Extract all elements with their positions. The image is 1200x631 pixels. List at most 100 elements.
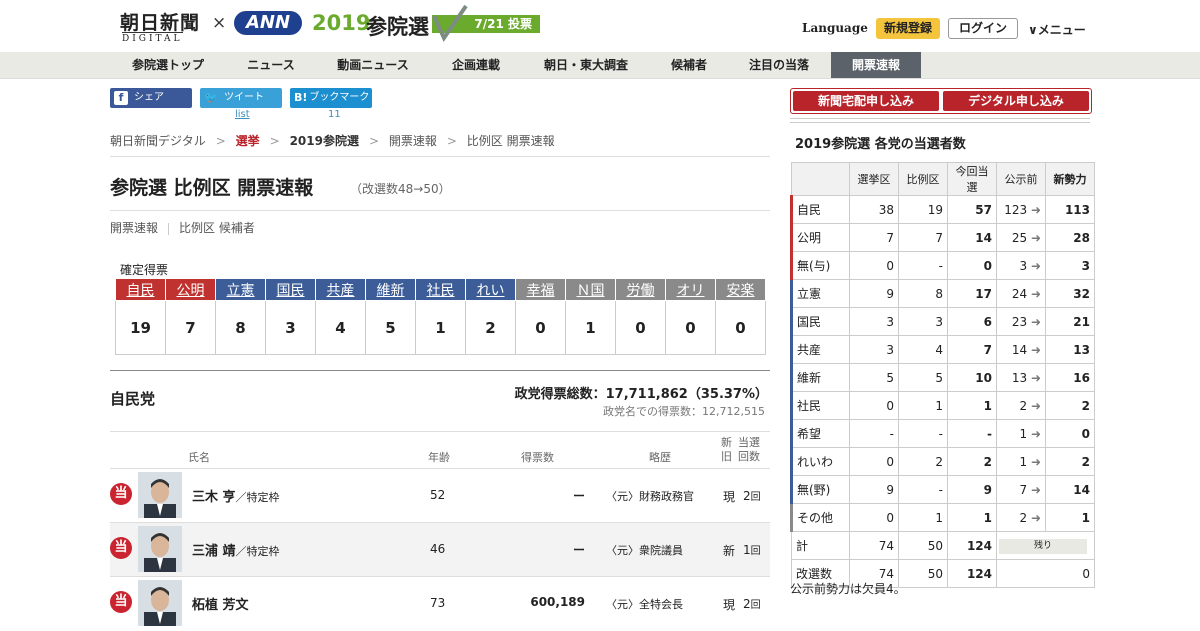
breadcrumb-item[interactable]: 開票速報 [389,134,437,148]
asahi-logo[interactable]: 朝日新聞 DIGITAL [110,8,210,44]
before-seats-cell: 2 ➜ [996,391,1046,420]
page-title: 参院選 比例区 開票速報 [110,177,314,199]
before-seats: 1 [1019,454,1028,469]
party-label: 共産 [790,335,850,364]
facebook-share-label: シェア [134,92,164,103]
divider [790,118,1090,119]
col-career: 略歴 [649,451,671,464]
sub-nav: 開票速報 比例区 候補者 [110,219,255,236]
candidate-name[interactable]: 柘植 芳文 [192,594,249,613]
breadcrumb-item[interactable]: 朝日新聞デジタル [110,134,206,148]
won-seats: 7 [947,335,997,364]
arrow-icon: ➜ [1030,482,1041,497]
arrow-icon: ➜ [1030,426,1041,441]
candidate-name-text: 三浦 靖 [192,544,236,559]
breadcrumb-item[interactable]: 2019参院選 [290,134,359,148]
subnav-results-link[interactable]: 開票速報 [110,221,158,235]
col-header: 今回当選 [947,162,997,196]
hatena-bookmark-button[interactable]: B! ブックマーク [290,88,372,108]
breadcrumb-separator: > [269,134,280,148]
subscribe-buttons: 新聞宅配申し込み デジタル申し込み [790,88,1092,114]
col-header [791,162,850,196]
before-seats-cell: 1 ➜ [996,447,1046,476]
arrow-icon: ➜ [1030,258,1041,273]
col-age: 年齢 [428,451,450,464]
tweet-button[interactable]: 🐦 ツイート [200,88,282,108]
candidate-career: 〈元〉全特会長 [606,598,683,611]
nav-item-candidates[interactable]: 候補者 [650,52,728,78]
elected-badge: 当 [110,483,132,505]
before-seats: 1 [1019,426,1028,441]
party-tab[interactable]: オリ [665,278,716,301]
avatar [138,472,182,518]
ann-logo[interactable]: ANN [234,11,302,35]
nav-item-video[interactable]: 動画ニュース [318,52,428,78]
candidate-name[interactable]: 三木 亨／特定枠 [192,486,280,505]
party-seat-value: 0 [615,300,666,355]
party-tab[interactable]: 維新 [365,278,416,301]
table-row[interactable]: 当三木 亨／特定枠 52 ー〈元〉財務政務官現 2回 [110,468,770,523]
subnav-candidates-link[interactable]: 比例区 候補者 [179,221,255,235]
party-tab[interactable]: 安楽 [715,278,766,301]
party-tab[interactable]: Ｎ国 [565,278,616,301]
party-tab[interactable]: 自民 [115,278,166,301]
nav-item-results[interactable]: 開票速報 [831,52,921,78]
register-button[interactable]: 新規登録 [876,18,940,39]
breadcrumb-separator: > [215,134,226,148]
newspaper-subscribe-button[interactable]: 新聞宅配申し込み [793,91,939,111]
before-seats-cell: 25 ➜ [996,223,1046,252]
district-seats: 0 [849,251,899,280]
divider [790,122,1090,123]
seats-table-title: 2019参院選 各党の当選者数 [795,137,966,152]
bookmark-count[interactable]: 11 [328,109,341,120]
party-label: 立憲 [790,279,850,308]
nav-item-series[interactable]: 企画連載 [432,52,520,78]
arrow-icon: ➜ [1030,286,1041,301]
breadcrumb-item[interactable]: 選挙 [236,134,260,148]
login-button[interactable]: ログイン [948,18,1018,39]
facebook-share-button[interactable]: f シェア [110,88,192,108]
election-name: 参院選 [366,15,429,39]
seat-row: 無(野) 9-9 7 ➜ 14 [790,475,1095,504]
party-tab[interactable]: 労働 [615,278,666,301]
party-tab[interactable]: 立憲 [215,278,266,301]
table-row[interactable]: 当三浦 靖／特定枠 46 ー〈元〉衆院議員新 1回 [110,522,770,577]
menu-button[interactable]: ∨メニュー [1028,21,1086,38]
total-district: 74 [849,531,899,560]
party-seat-value: 19 [115,300,166,355]
candidate-name[interactable]: 三浦 靖／特定枠 [192,540,280,559]
nav-item-top[interactable]: 参院選トップ [112,52,224,78]
subnav-separator [168,222,170,235]
party-tab[interactable]: 社民 [415,278,466,301]
nav-item-news[interactable]: ニュース [228,52,314,78]
table-row[interactable]: 当柘植 芳文 73 600,189 〈元〉全特会長現 2回 [110,576,770,631]
digital-subscribe-button[interactable]: デジタル申し込み [943,91,1089,111]
before-seats-cell: 2 ➜ [996,503,1046,532]
party-seat-value: 0 [665,300,716,355]
party-label: 希望 [790,419,850,448]
confirmed-label: 確定得票 [120,263,169,277]
pr-seats: 1 [898,503,948,532]
nav-item-survey[interactable]: 朝日・東大調査 [526,52,646,78]
nav-item-focus[interactable]: 注目の当落 [732,52,826,78]
win-count-unit: 回 [750,546,761,557]
arrow-icon: ➜ [1030,398,1041,413]
times-mark: × [212,13,227,33]
language-link[interactable]: Language [802,21,868,35]
party-tab[interactable]: 国民 [265,278,316,301]
party-tab[interactable]: れい [465,278,516,301]
party-seat-value: 5 [365,300,416,355]
tweet-count-link[interactable]: list [235,109,250,120]
won-seats: 1 [947,391,997,420]
candidate-win-count: 1回 [743,542,761,557]
party-tab[interactable]: 共産 [315,278,366,301]
party-seat-value: 7 [165,300,216,355]
before-seats: 3 [1019,258,1028,273]
party-seat-value: 0 [715,300,766,355]
party-tab[interactable]: 幸福 [515,278,566,301]
candidate-photo [138,526,182,572]
candidate-photo [138,472,182,518]
party-label: 自民 [790,195,850,224]
elected-badge: 当 [110,591,132,613]
party-tab[interactable]: 公明 [165,278,216,301]
